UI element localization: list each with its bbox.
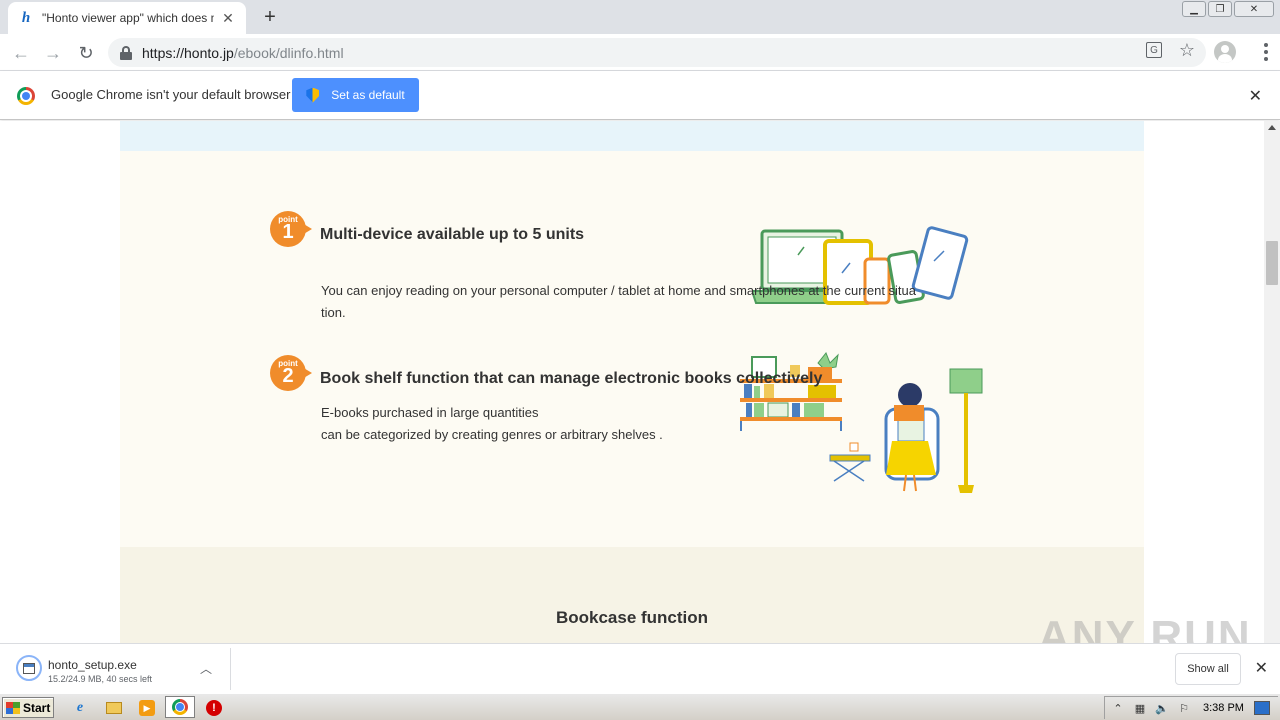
- chrome-taskbar-icon[interactable]: [165, 696, 195, 718]
- feature-2-desc-line1: E-books purchased in large quantities: [321, 405, 539, 420]
- tab-honto[interactable]: h "Honto viewer app" which does not r ✕: [8, 2, 246, 34]
- download-bar: honto_setup.exe 15.2/24.9 MB, 40 secs le…: [0, 643, 1280, 693]
- scroll-thumb[interactable]: [1266, 241, 1278, 285]
- url-text: https://honto.jp/ebook/dlinfo.html: [142, 45, 344, 61]
- infobar-close-icon[interactable]: ✕: [1249, 86, 1262, 106]
- feature-1-desc-line1: You can enjoy reading on your personal c…: [321, 283, 916, 298]
- internet-explorer-icon[interactable]: e: [70, 698, 90, 718]
- url-host: https://honto.jp: [142, 44, 234, 61]
- window-close-button[interactable]: ✕: [1234, 1, 1274, 17]
- network-icon[interactable]: ▦: [1131, 700, 1149, 716]
- maximize-button[interactable]: ❐: [1208, 1, 1232, 17]
- download-bar-close-icon[interactable]: ✕: [1255, 658, 1268, 678]
- point-number: 1: [282, 221, 294, 243]
- infobar-message: Google Chrome isn't your default browser: [51, 87, 291, 102]
- show-all-button[interactable]: Show all: [1175, 653, 1241, 685]
- honto-favicon-icon: h: [21, 9, 31, 26]
- translate-icon[interactable]: G: [1146, 42, 1162, 58]
- url-path: /ebook/dlinfo.html: [233, 44, 344, 61]
- speaker-icon[interactable]: 🔈: [1153, 700, 1171, 716]
- show-desktop-icon[interactable]: [1253, 701, 1270, 715]
- profile-avatar-icon[interactable]: [1214, 41, 1236, 63]
- minimize-button[interactable]: ▁: [1182, 1, 1206, 17]
- taskbar-clock[interactable]: 3:38 PM: [1203, 702, 1244, 714]
- point-1-badge: point 1: [270, 211, 312, 249]
- system-tray: ⌃ ▦ 🔈 ⚐ 3:38 PM: [1104, 696, 1278, 719]
- download-progress-status: 15.2/24.9 MB, 40 secs left: [48, 674, 153, 684]
- tab-close-icon[interactable]: ✕: [220, 10, 236, 26]
- window-controls: ▁ ❐ ✕: [1182, 1, 1274, 17]
- feature-1-title: Multi-device available up to 5 units: [320, 226, 585, 243]
- explorer-folder-icon[interactable]: [104, 698, 124, 718]
- media-player-icon[interactable]: ▶: [137, 698, 157, 718]
- page-viewport: point 1 Multi-device available up to 5 u…: [0, 121, 1264, 643]
- bookcase-section-title: Bookcase function: [555, 608, 709, 627]
- tab-strip: h "Honto viewer app" which does not r ✕ …: [0, 0, 1280, 34]
- address-bar[interactable]: https://honto.jp/ebook/dlinfo.html: [108, 38, 1206, 67]
- download-item[interactable]: honto_setup.exe 15.2/24.9 MB, 40 secs le…: [10, 650, 230, 688]
- start-label: Start: [23, 700, 51, 715]
- feature-1-desc-line2: tion.: [321, 305, 346, 320]
- feature-2-desc-line2: can be categorized by creating genres or…: [321, 427, 663, 442]
- bookcase-panel: [120, 547, 1144, 643]
- chevron-up-icon[interactable]: ︿: [200, 660, 212, 677]
- bookmark-star-icon[interactable]: ☆: [1179, 40, 1195, 61]
- download-separator: [230, 648, 231, 690]
- download-file-name: honto_setup.exe: [48, 658, 137, 672]
- back-arrow-icon[interactable]: ←: [10, 42, 32, 64]
- top-band: [120, 121, 1144, 151]
- chrome-logo-icon: [17, 87, 35, 105]
- uac-shield-icon: [306, 87, 320, 103]
- feature-1-description: You can enjoy reading on your personal c…: [321, 280, 916, 324]
- feature-2-title: Book shelf function that can manage elec…: [320, 370, 823, 387]
- new-tab-plus-icon[interactable]: +: [260, 7, 280, 27]
- point-2-badge: point 2: [270, 355, 312, 393]
- default-browser-infobar: Google Chrome isn't your default browser…: [0, 71, 1280, 120]
- action-center-flag-icon[interactable]: ⚐: [1175, 700, 1193, 716]
- reload-icon[interactable]: ↻: [75, 42, 97, 64]
- windows-logo-icon: [6, 701, 20, 714]
- forward-arrow-icon[interactable]: →: [42, 42, 64, 64]
- lock-icon[interactable]: [120, 45, 132, 60]
- tray-expand-icon[interactable]: ⌃: [1109, 700, 1127, 716]
- scroll-up-arrow-icon[interactable]: [1268, 125, 1276, 130]
- stop-sign-icon[interactable]: !: [204, 698, 224, 718]
- browser-toolbar: ← → ↻ https://honto.jp/ebook/dlinfo.html…: [0, 34, 1280, 71]
- exe-file-icon: [16, 655, 42, 681]
- start-button[interactable]: Start: [2, 697, 54, 718]
- feature-2-description: E-books purchased in large quantities ca…: [321, 402, 663, 446]
- more-menu-icon[interactable]: [1264, 43, 1268, 61]
- windows-taskbar: Start e ▶ ! ⌃ ▦ 🔈 ⚐ 3:38 PM: [0, 693, 1280, 720]
- set-as-default-label: Set as default: [331, 88, 405, 102]
- tab-title: "Honto viewer app" which does not r: [42, 11, 214, 25]
- set-as-default-button[interactable]: Set as default: [292, 78, 419, 112]
- page-scrollbar[interactable]: [1264, 121, 1280, 643]
- point-number: 2: [282, 365, 294, 387]
